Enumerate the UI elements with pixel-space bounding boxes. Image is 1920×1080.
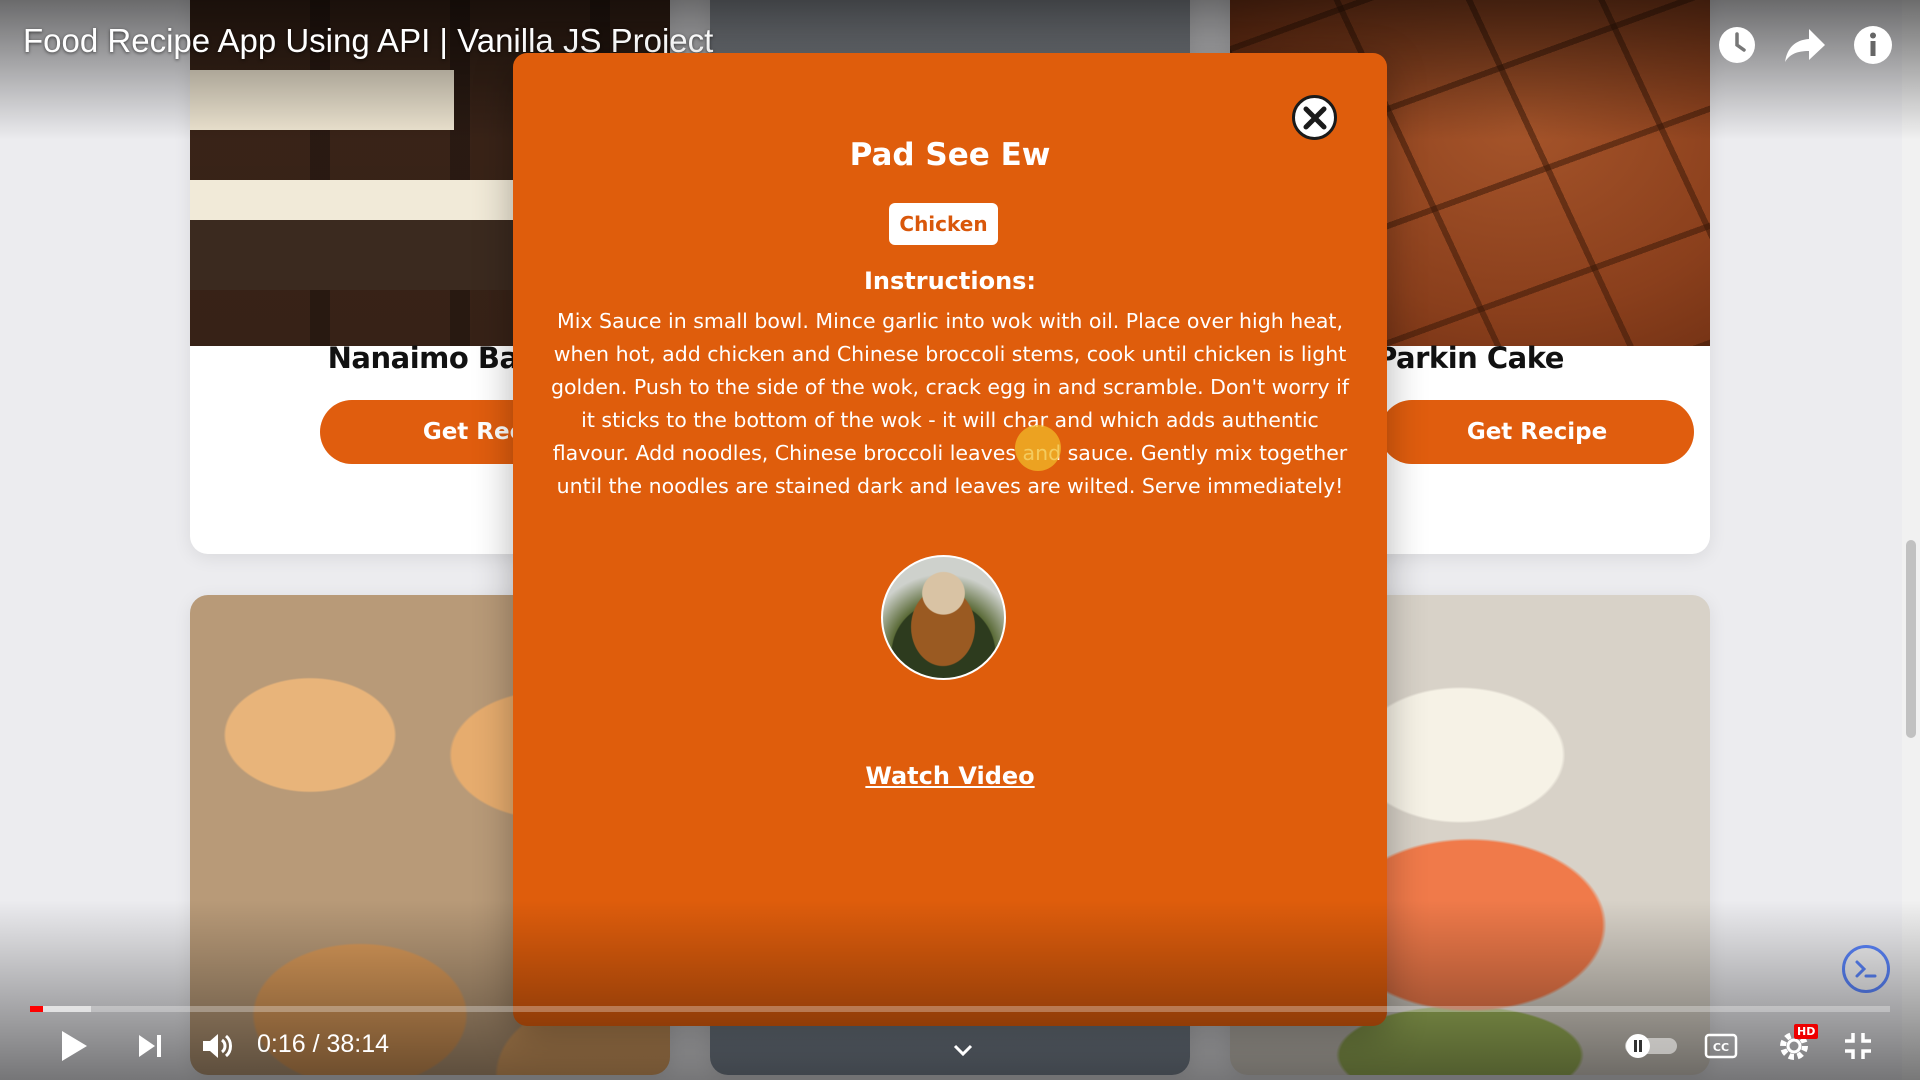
info-icon[interactable]: [1850, 22, 1896, 68]
time-display: 0:16 / 38:14: [257, 1030, 390, 1058]
category-badge: Chicken: [889, 203, 998, 245]
settings-button[interactable]: HD: [1772, 1024, 1819, 1066]
clock-icon[interactable]: [1714, 22, 1760, 68]
watch-video-link[interactable]: Watch Video: [513, 762, 1387, 790]
autoplay-toggle[interactable]: [1624, 1026, 1678, 1066]
chevron-down-icon[interactable]: [950, 1030, 976, 1070]
play-button[interactable]: [54, 1026, 94, 1066]
cursor-highlight: [1015, 425, 1061, 471]
autoplay-toggle-icon: [1625, 1034, 1677, 1058]
get-recipe-button[interactable]: Get Recipe: [1380, 400, 1694, 464]
play-icon: [62, 1031, 87, 1061]
recipe-title: Pad See Ew: [849, 137, 1051, 173]
progress-bar[interactable]: [30, 1006, 1890, 1012]
instructions-text: Mix Sauce in small bowl. Mince garlic in…: [550, 309, 1349, 498]
recipe-thumbnail: [881, 555, 1006, 680]
next-icon: [139, 1035, 161, 1057]
hd-badge: HD: [1794, 1024, 1819, 1039]
svg-text:CC: CC: [1713, 1041, 1729, 1054]
progress-played: [30, 1006, 44, 1012]
next-button[interactable]: [132, 1026, 168, 1066]
share-arrow-icon[interactable]: [1782, 22, 1828, 68]
exit-fullscreen-icon: [1845, 1033, 1871, 1059]
exit-fullscreen-button[interactable]: [1840, 1026, 1876, 1066]
instructions-heading: Instructions:: [863, 267, 1037, 295]
captions-button[interactable]: CC: [1703, 1026, 1739, 1066]
cc-icon: CC: [1704, 1033, 1738, 1059]
close-button[interactable]: [1292, 95, 1337, 140]
volume-button[interactable]: [198, 1026, 238, 1066]
volume-icon: [203, 1034, 232, 1058]
recipe-modal: Pad See Ew Chicken Instructions: Mix Sau…: [513, 53, 1387, 1026]
close-icon: [1303, 106, 1326, 129]
scrollbar-thumb[interactable]: [1906, 540, 1916, 738]
